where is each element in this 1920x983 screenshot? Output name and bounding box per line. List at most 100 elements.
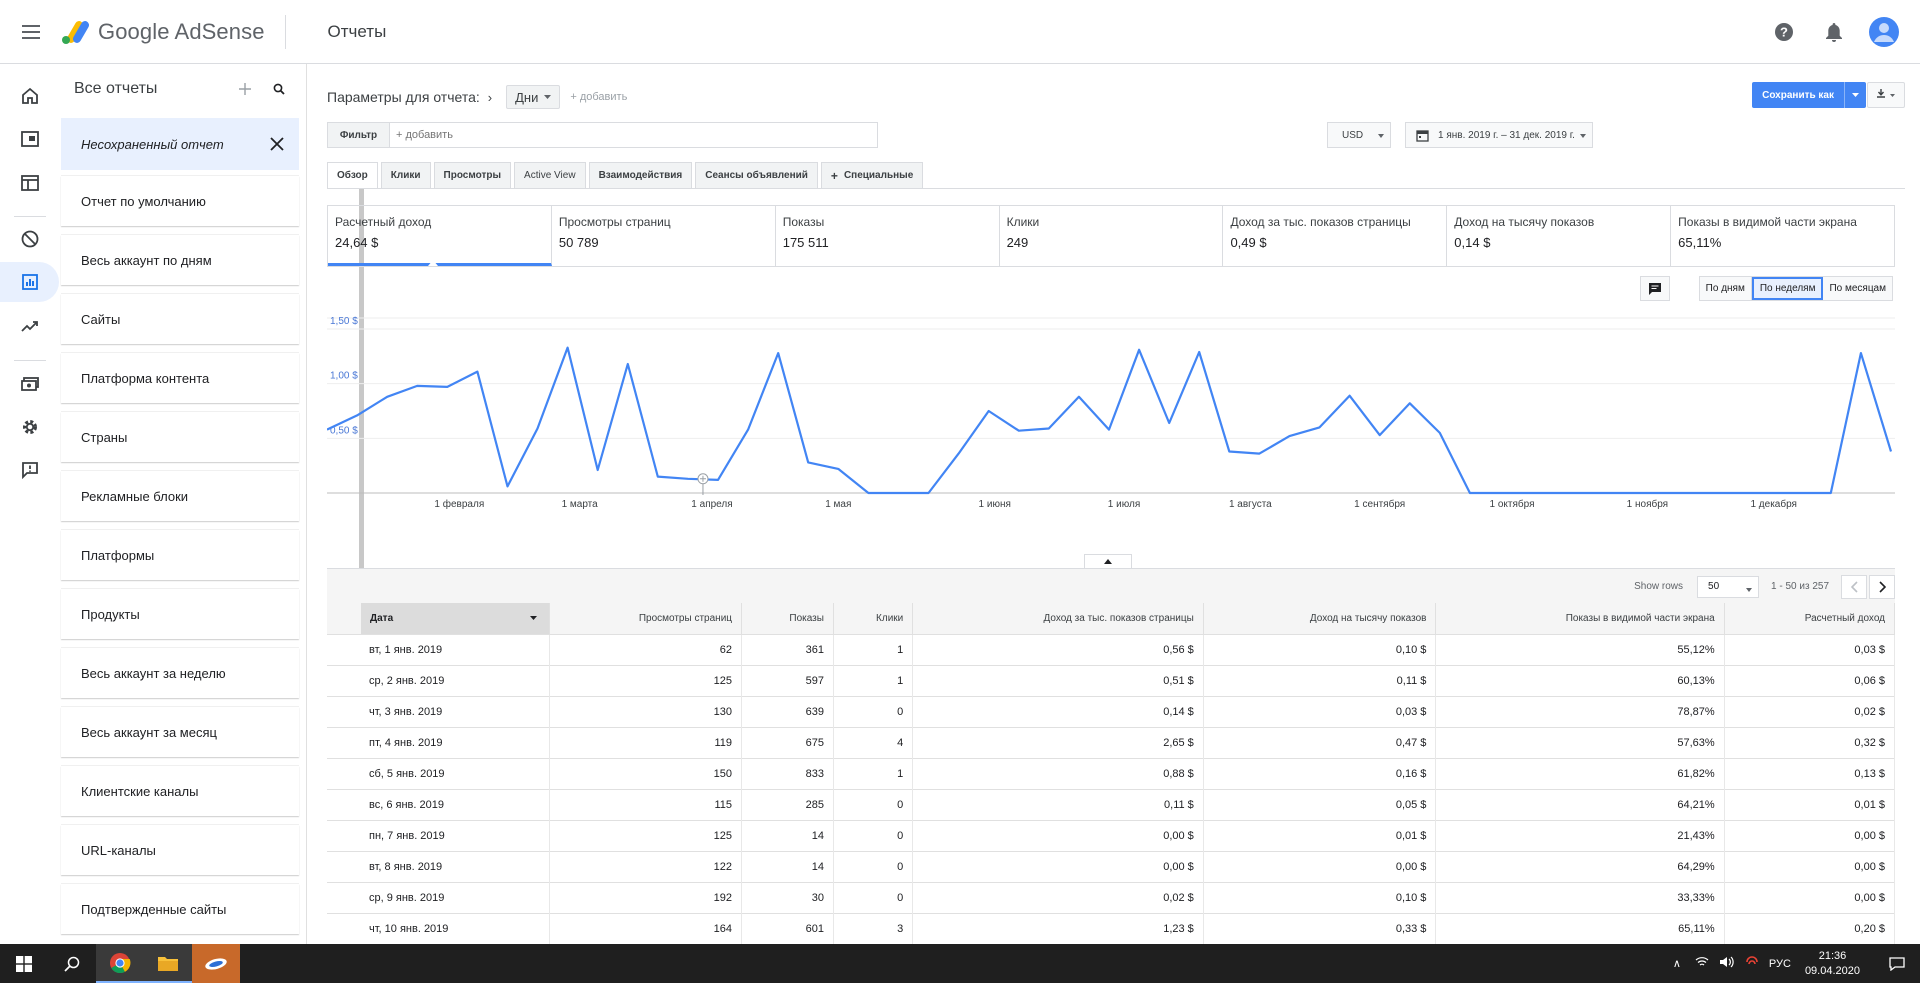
data-point[interactable] <box>1798 490 1804 496</box>
data-point[interactable] <box>1768 490 1774 496</box>
column-header[interactable]: Доход за тыс. показов страницы <box>912 603 1204 634</box>
optimization-icon[interactable] <box>0 306 59 346</box>
granularity-month[interactable]: По месяцам <box>1823 277 1892 300</box>
data-point[interactable] <box>354 412 360 418</box>
table-row[interactable]: вт, 1 янв. 2019 62 361 1 0,56 $0,10 $55,12% 0… <box>327 633 1896 665</box>
table-row[interactable]: чт, 10 янв. 2019 164 601 3 1,23 $0,33 $65,11… <box>327 912 1896 944</box>
data-point[interactable] <box>1046 425 1052 431</box>
unsaved-report-item[interactable]: Несохраненный отчет <box>61 118 299 170</box>
search-icon[interactable] <box>48 944 96 983</box>
data-point[interactable] <box>715 477 721 483</box>
prev-page-button[interactable] <box>1841 574 1867 599</box>
revenue-line-chart[interactable]: 1,50 $1,00 $0,50 $1 февраля 1 марта 1 апре… <box>327 309 1895 529</box>
data-point[interactable] <box>835 466 841 472</box>
data-point[interactable] <box>1858 350 1864 356</box>
saved-report-item[interactable]: Весь аккаунт по дням <box>61 235 299 285</box>
windows-start-icon[interactable] <box>0 944 48 983</box>
column-header[interactable]: Расчетный доход <box>1724 603 1896 634</box>
data-point[interactable] <box>1828 490 1834 496</box>
data-point[interactable] <box>1016 428 1022 434</box>
data-point[interactable] <box>1136 347 1142 353</box>
tab-report-0[interactable]: Обзор <box>327 162 378 189</box>
filter-input[interactable] <box>396 129 776 141</box>
search-icon[interactable] <box>268 78 290 100</box>
payments-icon[interactable] <box>0 364 59 404</box>
ads-icon[interactable] <box>0 119 59 159</box>
sites-icon[interactable] <box>0 163 59 203</box>
data-point[interactable] <box>1256 451 1262 457</box>
data-point[interactable] <box>1377 432 1383 438</box>
saved-report-item[interactable]: Рекламные блоки <box>61 471 299 521</box>
data-point[interactable] <box>1708 490 1714 496</box>
column-header[interactable]: Показы <box>741 603 834 634</box>
keyboard-language[interactable]: РУС <box>1769 958 1791 970</box>
granularity-day[interactable]: По дням <box>1699 277 1752 300</box>
data-point[interactable] <box>504 483 510 489</box>
adsense-logo[interactable]: Google AdSense <box>60 19 265 45</box>
data-point[interactable] <box>1527 490 1533 496</box>
close-icon[interactable] <box>267 134 287 154</box>
date-range-select[interactable]: 1 янв. 2019 г. – 31 дек. 2019 г. <box>1405 122 1593 148</box>
saved-report-item[interactable]: Подтвержденные сайты <box>61 884 299 934</box>
home-icon[interactable] <box>0 76 59 116</box>
save-as-button[interactable]: Сохранить как <box>1752 82 1866 108</box>
data-point[interactable] <box>685 476 691 482</box>
table-row[interactable]: вт, 8 янв. 2019 122 14 0 0,00 $0,00 $64,29% 0… <box>327 850 1896 882</box>
data-point[interactable] <box>474 369 480 375</box>
saved-report-item[interactable]: Сайты <box>61 294 299 344</box>
tab-report-1[interactable]: Клики <box>380 162 431 189</box>
saved-report-item[interactable]: Клиентские каналы <box>61 766 299 816</box>
data-point[interactable] <box>1407 400 1413 406</box>
add-dimension-link[interactable]: + добавить <box>570 91 627 103</box>
table-row[interactable]: пт, 4 янв. 2019 119 675 4 2,65 $0,47 $57,63%… <box>327 726 1896 758</box>
help-icon[interactable]: ? <box>1766 14 1802 50</box>
metric-card[interactable]: Клики 249 <box>1000 206 1224 266</box>
data-point[interactable] <box>1106 427 1112 433</box>
data-point[interactable] <box>1888 448 1894 454</box>
data-point[interactable] <box>745 427 751 433</box>
data-point[interactable] <box>1166 420 1172 426</box>
rows-per-page-select[interactable]: 50 <box>1697 575 1760 598</box>
menu-icon[interactable] <box>16 17 46 47</box>
tab-report-6[interactable]: + Специальные <box>820 162 924 189</box>
account-avatar[interactable] <box>1866 14 1902 50</box>
metric-card[interactable]: Доход за тыс. показов страницы 0,49 $ <box>1223 206 1448 266</box>
table-row[interactable]: пн, 7 янв. 2019 125 14 0 0,00 $0,01 $21,43% 0… <box>327 819 1896 851</box>
dimension-chip[interactable]: Дни <box>506 85 561 109</box>
save-dropdown-icon[interactable] <box>1844 82 1866 108</box>
saved-report-item[interactable]: Отчет по умолчанию <box>61 176 299 226</box>
data-point[interactable] <box>956 451 962 457</box>
saved-report-item[interactable]: URL-каналы <box>61 825 299 875</box>
saved-report-item[interactable]: Страны <box>61 412 299 462</box>
metric-card[interactable]: Показы 175 511 <box>776 206 1000 266</box>
data-point[interactable] <box>775 350 781 356</box>
data-point[interactable] <box>535 425 541 431</box>
data-point[interactable] <box>1437 430 1443 436</box>
data-point[interactable] <box>895 490 901 496</box>
table-row[interactable]: чт, 3 янв. 2019 130 639 0 0,14 $0,03 $78,87%… <box>327 695 1896 727</box>
saved-report-item[interactable]: Весь аккаунт за неделю <box>61 648 299 698</box>
tab-report-2[interactable]: Просмотры <box>433 162 512 189</box>
tab-report-5[interactable]: Сеансы объявлений <box>695 162 818 189</box>
data-point[interactable] <box>1286 433 1292 439</box>
settings-icon[interactable] <box>0 407 59 447</box>
notification-center-icon[interactable] <box>1874 956 1920 971</box>
volume-icon[interactable] <box>1719 956 1735 971</box>
saved-report-item[interactable]: Продукты <box>61 589 299 639</box>
table-row[interactable]: ср, 2 янв. 2019 125 597 1 0,51 $0,11 $60,13%… <box>327 664 1896 696</box>
saved-report-item[interactable]: Платформа контента <box>61 353 299 403</box>
column-header[interactable]: Клики <box>833 603 914 634</box>
annotations-button[interactable] <box>1640 276 1670 301</box>
next-page-button[interactable] <box>1869 574 1895 599</box>
reports-icon[interactable] <box>0 262 59 302</box>
data-point[interactable] <box>1738 490 1744 496</box>
app-icon[interactable] <box>192 944 240 983</box>
data-point[interactable] <box>1076 394 1082 400</box>
currency-select[interactable]: USD <box>1327 122 1391 148</box>
table-row[interactable]: ср, 9 янв. 2019 192 30 0 0,02 $0,10 $33,33% 0… <box>327 881 1896 913</box>
tab-report-3[interactable]: Active View <box>514 162 586 189</box>
data-point[interactable] <box>1617 490 1623 496</box>
add-report-icon[interactable] <box>234 78 256 100</box>
security-icon[interactable] <box>1745 956 1759 971</box>
data-point[interactable] <box>1347 393 1353 399</box>
